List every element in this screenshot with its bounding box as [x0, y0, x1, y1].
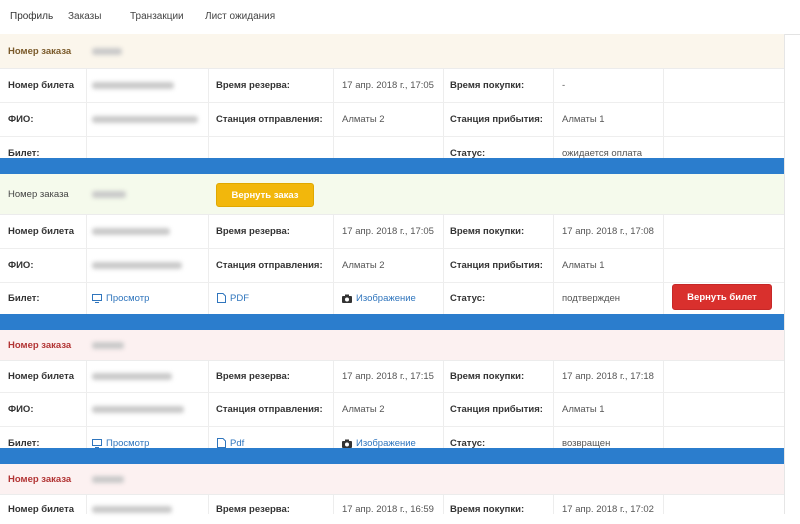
monitor-icon	[92, 293, 102, 303]
ticket-number-label: Номер билета	[8, 225, 75, 237]
fio-label: ФИО:	[8, 113, 34, 125]
tab-bar: Профиль Заказы Транзакции Лист ожидания	[0, 0, 800, 35]
return-ticket-button[interactable]: Вернуть билет	[672, 284, 772, 310]
pdf-link-label: PDF	[230, 292, 249, 304]
arrival-label: Станция прибытия:	[450, 259, 543, 271]
order-number-label: Номер заказа	[8, 188, 69, 200]
fio-value	[92, 248, 182, 282]
reserve-time-label: Время резерва:	[216, 79, 290, 91]
status-label: Статус:	[450, 292, 486, 304]
document-icon	[216, 293, 226, 303]
ticket-number-value	[92, 494, 172, 524]
fio-row: ФИО: Станция отправления: Алматы 2 Станц…	[0, 392, 784, 427]
arrival-label: Станция прибытия:	[450, 113, 543, 125]
order-header: Номер заказа	[0, 34, 784, 69]
ticket-number-row: Номер билета Время резерва: 17 апр. 2018…	[0, 68, 784, 103]
purchase-time-label: Время покупки:	[450, 503, 525, 515]
order-number-label: Номер заказа	[8, 473, 72, 485]
orders-list: Номер заказа Номер билета Время резерва:…	[0, 34, 785, 515]
image-link[interactable]: Изображение	[342, 282, 416, 314]
fio-row: ФИО: Станция отправления: Алматы 2 Станц…	[0, 248, 784, 283]
order-separator	[0, 448, 784, 464]
reserve-time-label: Время резерва:	[216, 370, 290, 382]
arrival-label: Станция прибытия:	[450, 403, 543, 415]
arrival-value: Алматы 1	[562, 113, 605, 125]
image-link-label: Изображение	[356, 437, 416, 449]
order-number-label: Номер заказа	[8, 339, 72, 351]
order-header: Номер заказа	[0, 464, 784, 495]
ticket-number-label: Номер билета	[8, 370, 75, 382]
fio-value	[92, 392, 184, 426]
purchase-time-value: 17 апр. 2018 г., 17:18	[562, 370, 654, 382]
ticket-number-label: Номер билета	[8, 79, 75, 91]
view-link-label: Просмотр	[106, 292, 150, 304]
reserve-time-value: 17 апр. 2018 г., 17:05	[342, 225, 434, 237]
purchase-time-value: 17 апр. 2018 г., 17:02	[562, 503, 654, 515]
ticket-number-row: Номер билета Время резерва: 17 апр. 2018…	[0, 494, 784, 524]
camera-icon	[342, 439, 352, 448]
departure-label: Станция отправления:	[216, 259, 323, 271]
purchase-time-label: Время покупки:	[450, 79, 525, 91]
departure-label: Станция отправления:	[216, 113, 323, 125]
tab-transactions[interactable]: Транзакции	[130, 11, 184, 22]
order-number-value	[92, 34, 122, 68]
status-value: подтвержден	[562, 292, 621, 304]
ticket-number-value	[92, 68, 174, 102]
fio-row: ФИО: Станция отправления: Алматы 2 Станц…	[0, 102, 784, 137]
purchase-time-value: -	[562, 79, 566, 91]
departure-value: Алматы 2	[342, 113, 385, 125]
fio-value	[92, 102, 198, 136]
reserve-time-label: Время резерва:	[216, 503, 290, 515]
ticket-number-value	[92, 360, 172, 392]
fio-label: ФИО:	[8, 259, 34, 271]
pdf-link[interactable]: PDF	[216, 282, 249, 314]
order-number-value	[92, 464, 124, 494]
ticket-number-row: Номер билета Время резерва: 17 апр. 2018…	[0, 360, 784, 393]
reserve-time-value: 17 апр. 2018 г., 17:05	[342, 79, 434, 91]
camera-icon	[342, 294, 352, 303]
view-link[interactable]: Просмотр	[92, 282, 149, 314]
monitor-icon	[92, 438, 102, 448]
order-separator	[0, 158, 784, 174]
order-header: Номер заказа Вернуть заказ	[0, 174, 784, 215]
departure-value: Алматы 2	[342, 403, 385, 415]
purchase-time-label: Время покупки:	[450, 225, 525, 237]
return-order-button[interactable]: Вернуть заказ	[216, 183, 314, 207]
purchase-time-value: 17 апр. 2018 г., 17:08	[562, 225, 654, 237]
order-separator	[0, 314, 784, 330]
departure-value: Алматы 2	[342, 259, 385, 271]
ticket-number-value	[92, 214, 170, 248]
order-number-value	[92, 330, 124, 360]
order-number-value	[92, 174, 126, 214]
order-number-label: Номер заказа	[8, 45, 72, 57]
arrival-value: Алматы 1	[562, 403, 605, 415]
departure-label: Станция отправления:	[216, 403, 323, 415]
arrival-value: Алматы 1	[562, 259, 605, 271]
ticket-number-row: Номер билета Время резерва: 17 апр. 2018…	[0, 214, 784, 249]
tab-orders[interactable]: Заказы	[68, 11, 101, 22]
ticket-number-label: Номер билета	[8, 503, 75, 515]
order-header: Номер заказа	[0, 330, 784, 361]
view-link-label: Просмотр	[106, 437, 150, 449]
tab-profile[interactable]: Профиль	[10, 11, 53, 22]
reserve-time-label: Время резерва:	[216, 225, 290, 237]
purchase-time-label: Время покупки:	[450, 370, 525, 382]
reserve-time-value: 17 апр. 2018 г., 16:59	[342, 503, 434, 515]
fio-label: ФИО:	[8, 403, 34, 415]
pdf-link-label: Pdf	[230, 437, 245, 449]
tab-waitlist[interactable]: Лист ожидания	[205, 11, 275, 22]
ticket-label: Билет:	[8, 292, 40, 304]
ticket-row: Билет: Просмотр PDF Изображение Статус: …	[0, 282, 784, 314]
document-icon	[216, 438, 226, 448]
image-link-label: Изображение	[356, 292, 416, 304]
reserve-time-value: 17 апр. 2018 г., 17:15	[342, 370, 434, 382]
